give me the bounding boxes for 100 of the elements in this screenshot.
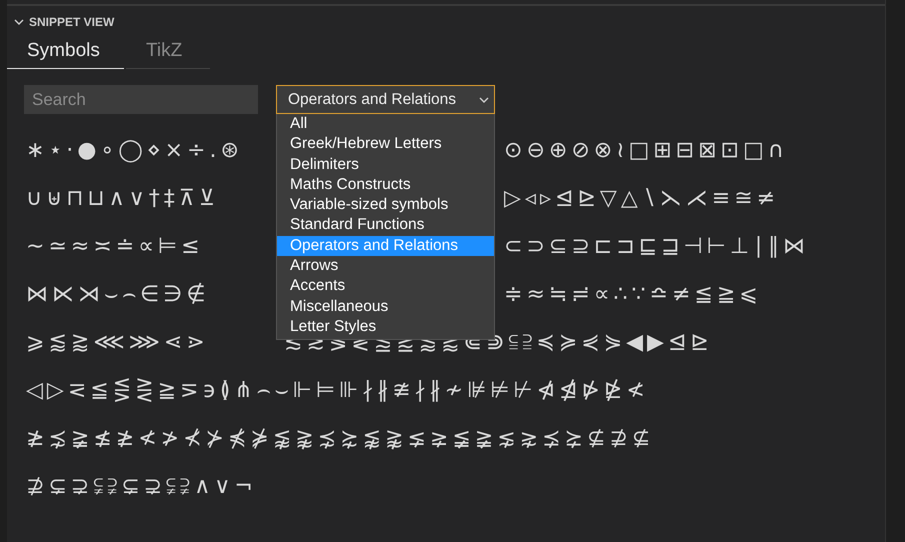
symbol[interactable]: ⊈ xyxy=(584,428,608,450)
symbol[interactable]: ⊪ xyxy=(337,380,360,402)
symbol[interactable]: ⋜ xyxy=(66,380,88,402)
symbol[interactable]: ⊊ xyxy=(119,476,142,498)
symbol[interactable]: ≒ xyxy=(546,284,570,306)
symbol[interactable]: ⊴ xyxy=(666,332,688,354)
symbol[interactable]: ⪉ xyxy=(360,428,383,450)
symbol[interactable]: ⋈ xyxy=(24,284,50,306)
symbol[interactable]: ⋊ xyxy=(76,284,102,306)
symbol[interactable]: ● xyxy=(75,140,98,162)
symbol[interactable]: ⩾ xyxy=(24,332,46,354)
symbol[interactable]: ≇ xyxy=(390,380,413,402)
symbol[interactable]: ⊛ xyxy=(218,140,241,162)
symbol[interactable]: ⋩ xyxy=(338,428,361,450)
symbol[interactable]: ⊎ xyxy=(44,188,64,210)
symbol[interactable]: ≱ xyxy=(24,428,46,450)
symbol[interactable]: ⪊ xyxy=(293,428,316,450)
dropdown-option[interactable]: Variable-sized symbols xyxy=(277,195,494,216)
symbol[interactable]: ∩ xyxy=(766,140,786,162)
symbol[interactable]: ∝ xyxy=(136,236,156,258)
symbol[interactable]: ⪈ xyxy=(428,428,450,450)
symbol[interactable]: ⋛ xyxy=(133,380,156,402)
symbol[interactable]: ⊘ xyxy=(569,140,592,162)
symbol[interactable]: ∴ xyxy=(612,284,630,306)
symbol[interactable]: ⌣ xyxy=(102,284,120,306)
symbol[interactable]: ⋭ xyxy=(602,380,624,402)
symbol[interactable]: ⊯ xyxy=(465,380,488,402)
symbol[interactable]: ⋘ xyxy=(91,332,127,354)
symbol[interactable]: ⊣ xyxy=(682,236,705,258)
symbol[interactable]: ⪅ xyxy=(46,332,69,354)
symbol[interactable]: ⊑ xyxy=(636,236,660,258)
symbol[interactable]: ⊵ xyxy=(575,188,598,210)
symbol[interactable]: ∪ xyxy=(24,188,44,210)
symbol[interactable]: ≠ xyxy=(754,188,778,210)
symbol[interactable]: ⊋ xyxy=(142,476,164,498)
symbol[interactable]: ⊉ xyxy=(607,428,630,450)
symbol[interactable]: ◃ xyxy=(522,188,538,210)
symbol[interactable]: ≃ xyxy=(46,236,69,258)
symbol[interactable]: ⋨ xyxy=(316,428,338,450)
symbol[interactable]: ⪱ xyxy=(540,428,562,450)
symbol[interactable]: ≦ xyxy=(692,284,715,306)
symbol[interactable]: ⋠ xyxy=(226,428,248,450)
symbol[interactable]: ≱ xyxy=(114,428,136,450)
dropdown-option[interactable]: Delimiters xyxy=(277,154,494,175)
symbol[interactable]: ⋫ xyxy=(579,380,602,402)
symbol[interactable]: ∧ xyxy=(106,188,127,210)
symbol[interactable]: ≈ xyxy=(68,236,92,258)
symbol[interactable]: ≼ xyxy=(534,332,557,354)
symbol[interactable]: ⋉ xyxy=(50,284,76,306)
symbol[interactable]: ≮ xyxy=(136,428,159,450)
dropdown-option[interactable]: Miscellaneous xyxy=(277,296,494,317)
symbol[interactable]: ≁ xyxy=(442,380,466,402)
symbol[interactable]: ⊇ xyxy=(569,236,592,258)
symbol[interactable]: ∗ xyxy=(24,140,46,162)
symbol[interactable]: ⊀ xyxy=(181,428,204,450)
symbol[interactable]: ϶ xyxy=(200,380,218,402)
symbol[interactable]: ∧ xyxy=(192,476,212,498)
symbol[interactable]: ∉ xyxy=(184,284,208,306)
symbol[interactable]: ÷ xyxy=(185,140,208,162)
symbol[interactable]: ≰ xyxy=(91,428,114,450)
symbol[interactable]: ≩ xyxy=(472,428,496,450)
symbol[interactable]: ⊋ xyxy=(68,476,92,498)
symbol[interactable]: ⊖ xyxy=(524,140,547,162)
symbol[interactable]: ≤ xyxy=(179,236,202,258)
dropdown-option[interactable]: Greek/Hebrew Letters xyxy=(277,134,494,155)
symbol[interactable]: ⊡ xyxy=(718,140,741,162)
symbol[interactable]: ⊔ xyxy=(85,188,107,210)
symbol[interactable]: ∼ xyxy=(24,236,46,258)
symbol[interactable]: ⋖ xyxy=(162,332,184,354)
dropdown-option[interactable]: Maths Constructs xyxy=(277,174,494,196)
symbol[interactable]: ⋅ xyxy=(64,140,76,162)
symbol[interactable]: ≩ xyxy=(68,428,92,450)
symbol[interactable]: ⊞ xyxy=(651,140,674,162)
symbol[interactable]: ⊥ xyxy=(728,236,752,258)
symbol[interactable]: ⪲ xyxy=(562,428,585,450)
symbol[interactable]: ⊩ xyxy=(290,380,314,402)
symbol[interactable]: ⋟ xyxy=(602,332,624,354)
symbol[interactable]: ⋝ xyxy=(178,380,200,402)
symbol[interactable]: □ xyxy=(626,140,652,162)
symbol[interactable]: ≍ xyxy=(91,236,114,258)
symbol[interactable]: ⊠ xyxy=(696,140,719,162)
category-dropdown[interactable]: Operators and Relations xyxy=(276,85,495,114)
symbol[interactable]: ≧ xyxy=(714,284,738,306)
symbol[interactable]: ≡ xyxy=(710,188,732,210)
symbol[interactable]: ◁ xyxy=(24,380,45,402)
symbol[interactable]: ∝ xyxy=(592,284,612,306)
symbol[interactable]: ≮ xyxy=(624,380,647,402)
symbol[interactable]: ⊭ xyxy=(488,380,512,402)
symbol[interactable]: ≧ xyxy=(156,380,178,402)
symbol[interactable]: ⪊ xyxy=(383,428,406,450)
symbol[interactable]: ⊁ xyxy=(204,428,226,450)
symbol[interactable]: ⌢ xyxy=(254,380,273,402)
symbol[interactable]: ▶ xyxy=(645,332,666,354)
symbol[interactable]: ⫌ xyxy=(178,476,192,498)
symbol[interactable]: ⋋ xyxy=(658,188,684,210)
symbol[interactable]: ∨ xyxy=(212,476,232,498)
dropdown-option[interactable]: Letter Styles xyxy=(277,316,494,338)
symbol[interactable]: ⊟ xyxy=(674,140,696,162)
symbol[interactable]: . xyxy=(207,140,218,162)
symbol[interactable]: × xyxy=(162,140,186,162)
